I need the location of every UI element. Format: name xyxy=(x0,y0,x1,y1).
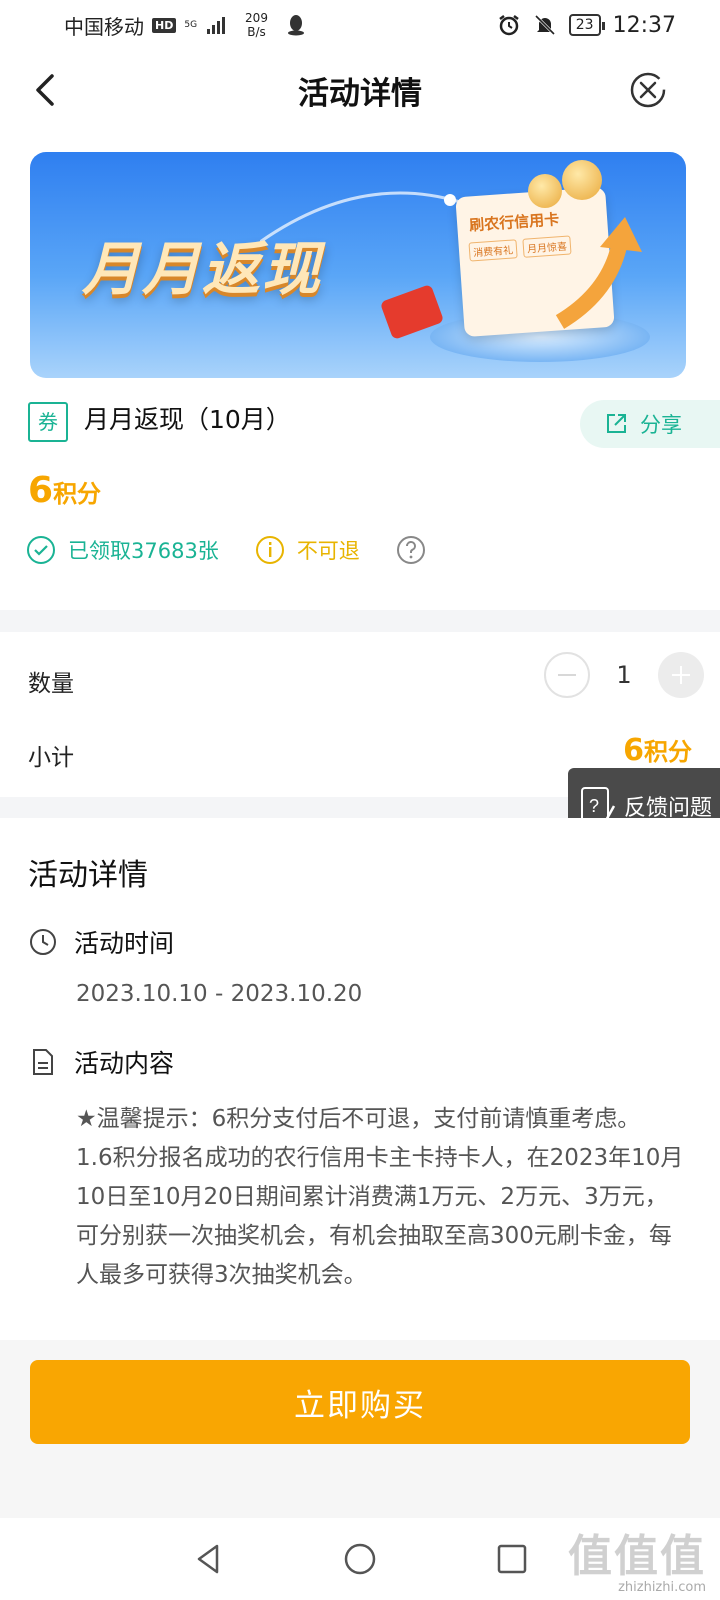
price-value: 6 xyxy=(28,470,54,511)
subtotal-value: 6 xyxy=(623,733,644,768)
back-triangle-icon[interactable] xyxy=(191,1542,225,1576)
navigation-bar: 活动详情 xyxy=(0,50,720,130)
subtotal-label: 小计 xyxy=(28,745,74,771)
speed-unit: B/s xyxy=(247,25,266,39)
banner-headline: 月月返现 xyxy=(82,235,323,303)
content-heading: 活动内容 xyxy=(74,1049,175,1078)
quantity-label: 数量 xyxy=(28,671,74,697)
network-label: 5G xyxy=(184,19,198,30)
recents-square-icon[interactable] xyxy=(495,1542,529,1576)
help-icon[interactable] xyxy=(396,535,426,565)
activity-name: 月月返现（10月） xyxy=(84,405,291,434)
home-circle-icon[interactable] xyxy=(343,1542,377,1576)
banner-card-title: 刷农行信用卡 xyxy=(468,210,560,235)
refund-text: 不可退 xyxy=(296,539,360,563)
activity-content: ★温馨提示：6积分支付后不可退，支付前请慎重考虑。 1.6积分报名成功的农行信用… xyxy=(76,1106,684,1288)
site-watermark: 值值值 zhizhizhi.com xyxy=(568,1520,706,1595)
price: 6积分 xyxy=(28,470,101,511)
details-title: 活动详情 xyxy=(28,858,148,893)
coupon-badge: 券 xyxy=(28,402,68,442)
close-circle-icon[interactable] xyxy=(628,70,668,110)
activity-details: 活动详情 活动时间 2023.10.10 - 2023.10.20 活动内容 ★… xyxy=(0,818,720,1340)
buy-now-button[interactable]: 立即购买 xyxy=(30,1360,690,1444)
subtotal: 6积分 xyxy=(623,732,692,768)
bottom-action-bar: 立即购买 xyxy=(0,1340,720,1518)
document-icon xyxy=(33,1049,53,1075)
info-icon xyxy=(255,536,284,564)
carrier-name: 中国移动 xyxy=(64,14,144,39)
activity-time-range: 2023.10.10 - 2023.10.20 xyxy=(76,981,363,1007)
alarm-icon xyxy=(499,15,519,36)
time-heading: 活动时间 xyxy=(74,929,175,958)
promo-banner: 月月返现 刷农行信用卡 消费有礼 月月惊喜 xyxy=(30,152,686,378)
coupon-meta: 已领取37683张 不可退 xyxy=(26,535,426,565)
check-circle-icon xyxy=(27,536,55,564)
coupon-card: 月月返现 刷农行信用卡 消费有礼 月月惊喜 券 月月返现（10月） 分享 6积分 xyxy=(0,130,720,610)
status-bar: 中国移动 HD 5G 209 B/s 23 12:37 xyxy=(0,0,720,50)
claimed-count: 已领取37683张 xyxy=(26,535,219,565)
decrease-button[interactable] xyxy=(544,652,590,698)
content-section-heading: 活动内容 xyxy=(28,1044,174,1080)
clock-icon xyxy=(30,929,56,955)
price-unit: 积分 xyxy=(53,480,102,508)
quantity-value: 1 xyxy=(616,661,632,689)
qq-icon xyxy=(287,15,304,36)
share-label: 分享 xyxy=(640,413,682,437)
clock: 12:37 xyxy=(612,12,676,38)
increase-button[interactable] xyxy=(658,652,704,698)
coin-graphic xyxy=(528,174,562,208)
speed-value: 209 xyxy=(245,11,268,25)
time-section-heading: 活动时间 xyxy=(28,924,174,960)
page-title: 活动详情 xyxy=(298,75,422,112)
hd-badge: HD xyxy=(152,17,177,33)
network-speed: 209 B/s xyxy=(245,11,268,39)
back-arrow-icon[interactable] xyxy=(26,68,70,112)
quantity-stepper: 1 xyxy=(544,652,704,698)
claimed-text: 已领取37683张 xyxy=(68,539,219,563)
svg-text:?: ? xyxy=(589,796,599,816)
share-icon xyxy=(607,414,626,433)
mute-bell-icon xyxy=(534,14,555,36)
signal-icon xyxy=(207,16,226,34)
watermark-logo: 值值值 xyxy=(568,1531,706,1582)
banner-card-tag: 消费有礼 xyxy=(468,239,518,262)
coin-graphic xyxy=(562,160,602,200)
battery-indicator: 23 xyxy=(568,14,605,36)
rising-arrow-graphic xyxy=(555,217,642,329)
network-type: 5G xyxy=(184,19,198,30)
refund-policy: 不可退 xyxy=(255,535,360,565)
subtotal-unit: 积分 xyxy=(644,738,692,766)
share-button[interactable]: 分享 xyxy=(580,400,720,448)
